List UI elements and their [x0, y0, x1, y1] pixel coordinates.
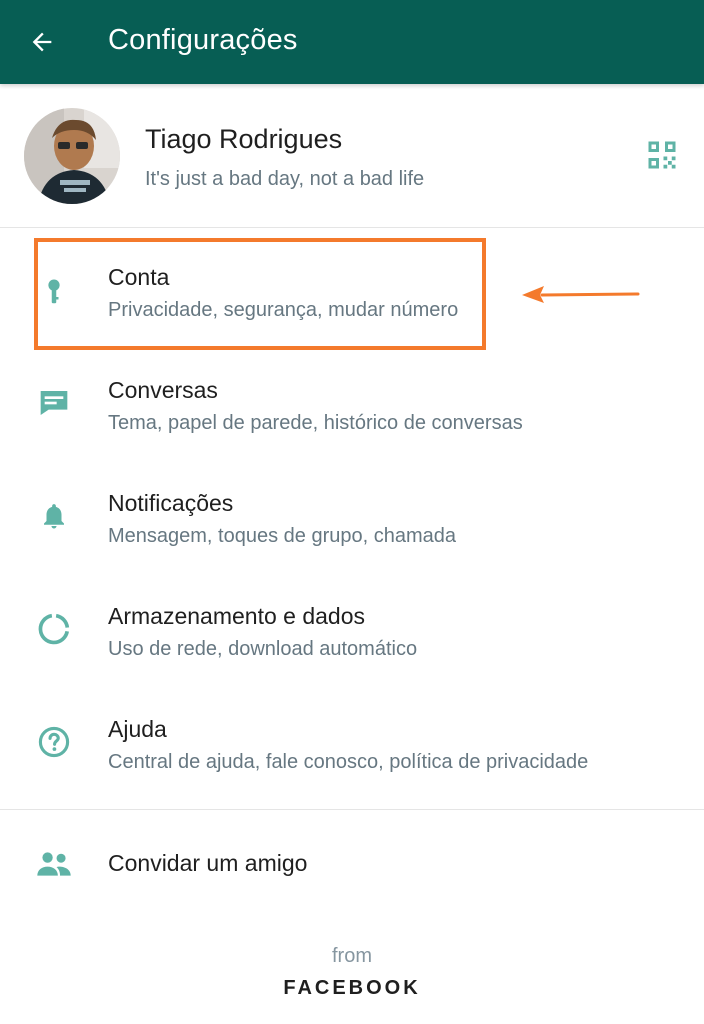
menu-item-notificacoes[interactable]: Notificações Mensagem, toques de grupo, … — [0, 466, 704, 579]
page-title: Configurações — [108, 24, 298, 56]
footer-brand-logo: FACEBOOK — [283, 977, 421, 999]
menu-item-subtitle: Uso de rede, download automático — [108, 638, 418, 660]
menu-item-subtitle: Central de ajuda, fale conosco, política… — [108, 751, 589, 773]
menu-item-armazenamento[interactable]: Armazenamento e dados Uso de rede, downl… — [0, 579, 704, 692]
avatar[interactable] — [24, 108, 120, 204]
people-icon — [32, 842, 76, 886]
data-usage-icon — [32, 607, 76, 651]
profile-row[interactable]: Tiago Rodrigues It's just a bad day, not… — [0, 84, 704, 228]
annotation-arrow-icon — [520, 282, 640, 306]
menu-item-label: Ajuda — [108, 716, 167, 742]
profile-name: Tiago Rodrigues — [145, 124, 343, 154]
chat-icon — [32, 381, 76, 425]
help-icon — [32, 720, 76, 764]
menu-item-ajuda[interactable]: Ajuda Central de ajuda, fale conosco, po… — [0, 692, 704, 805]
qr-code-icon[interactable] — [644, 137, 680, 173]
menu-item-label: Notificações — [108, 490, 234, 516]
menu-item-subtitle: Tema, papel de parede, histórico de conv… — [108, 412, 523, 434]
menu-item-subtitle: Mensagem, toques de grupo, chamada — [108, 525, 456, 547]
app-bar: Configurações — [0, 0, 704, 84]
invite-friend-label: Convidar um amigo — [108, 850, 308, 876]
menu-item-label: Armazenamento e dados — [108, 603, 365, 629]
annotation-highlight-box — [34, 238, 486, 350]
footer-from: from — [332, 945, 372, 967]
back-arrow-icon[interactable] — [26, 26, 58, 58]
bell-icon — [32, 494, 76, 538]
menu-item-conversas[interactable]: Conversas Tema, papel de parede, históri… — [0, 353, 704, 466]
invite-friend-item[interactable]: Convidar um amigo — [0, 810, 704, 918]
menu-item-label: Conversas — [108, 377, 218, 403]
profile-status: It's just a bad day, not a bad life — [145, 168, 425, 190]
